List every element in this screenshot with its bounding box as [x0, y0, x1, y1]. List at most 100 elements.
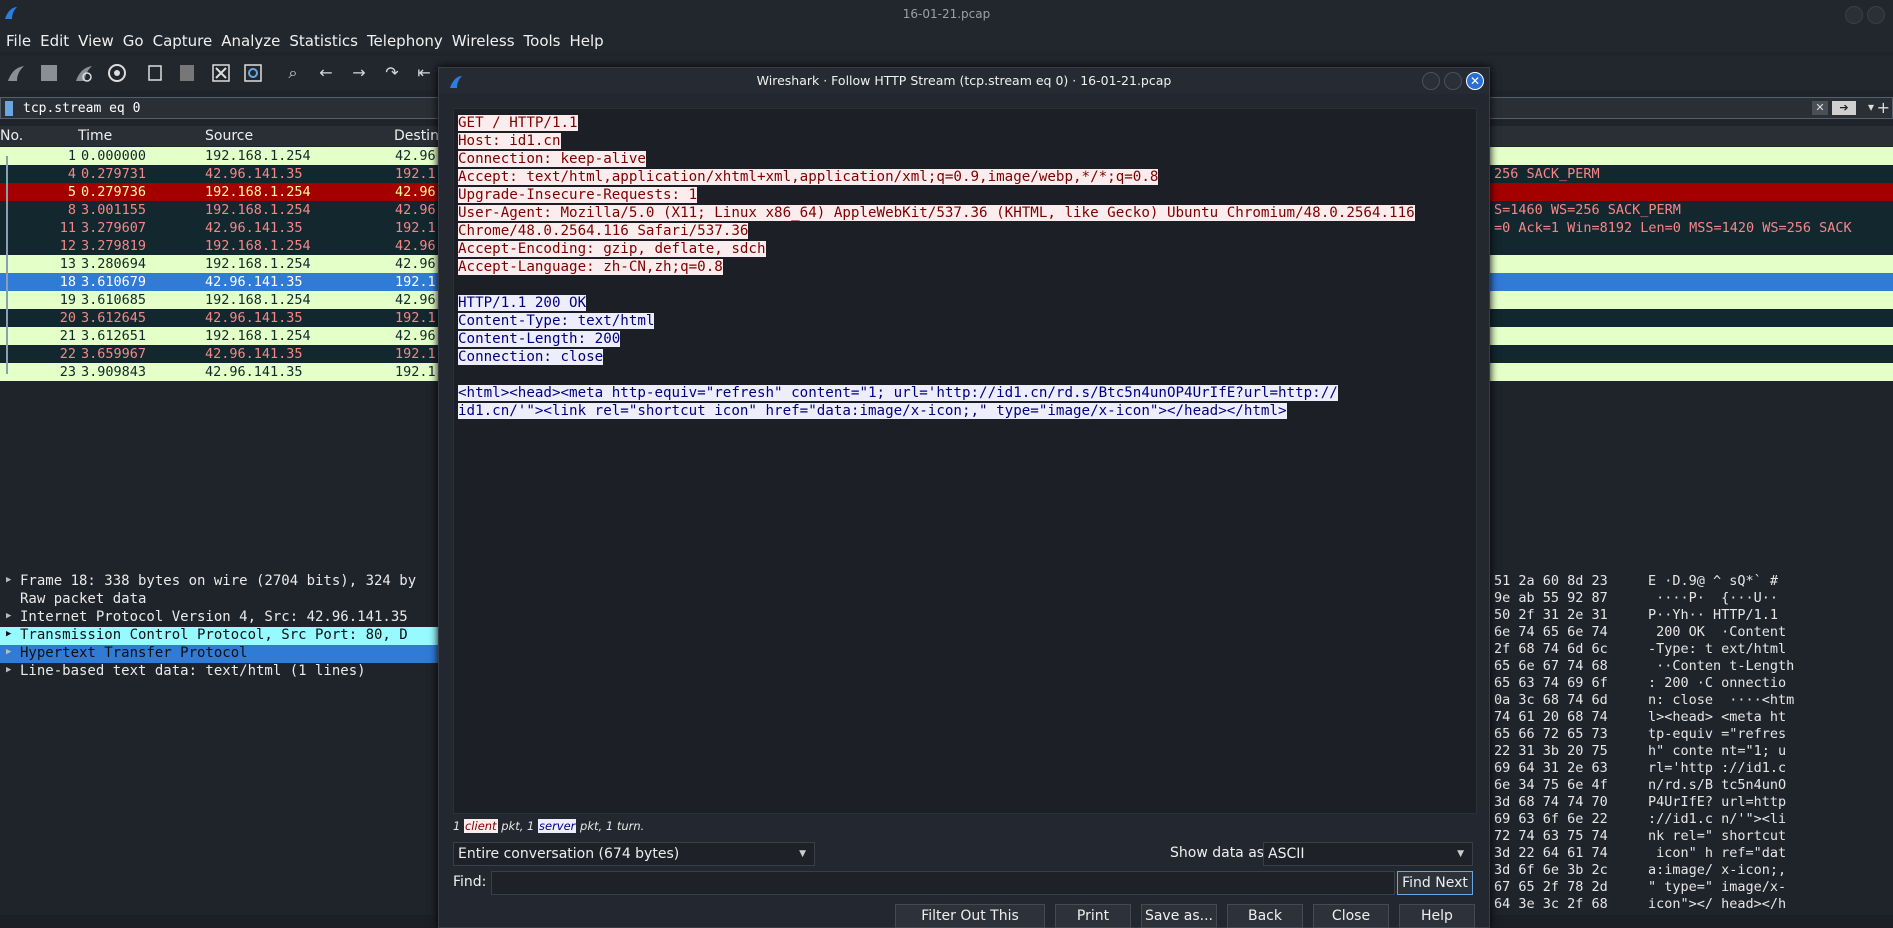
expand-arrow-icon[interactable]: ▶ — [6, 611, 11, 621]
packet-time: 0.279731 — [81, 166, 147, 182]
bookmark-icon[interactable] — [5, 101, 13, 116]
menu-view[interactable]: View — [74, 30, 118, 50]
display-filter-input[interactable]: tcp.stream eq 0 — [23, 101, 140, 116]
menu-tools[interactable]: Tools — [520, 30, 565, 50]
menu-telephony[interactable]: Telephony — [363, 30, 447, 50]
filter-history-dropdown-icon[interactable]: ▾ — [1868, 100, 1874, 114]
bytes-hex: 22 31 3b 20 75 — [1494, 743, 1608, 759]
capture-options-icon[interactable] — [106, 62, 128, 84]
bytes-ascii: ····P· {···U·· — [1648, 590, 1779, 606]
packet-destination: 192.1 — [395, 166, 436, 182]
menu-file[interactable]: File — [2, 30, 35, 50]
detail-row[interactable]: ▶ Internet Protocol Version 4, Src: 42.96… — [0, 609, 438, 627]
conversation-select-value: Entire conversation (674 bytes) — [458, 846, 680, 862]
server-label: server — [538, 819, 577, 833]
server-line: Connection: close — [458, 348, 604, 366]
help-button[interactable]: Help — [1399, 904, 1475, 928]
stream-content-area[interactable]: GET / HTTP/1.1 Host: id1.cn Connection: ke… — [453, 108, 1477, 814]
save-file-icon[interactable] — [176, 62, 198, 84]
stop-capture-icon[interactable] — [38, 62, 60, 84]
expand-arrow-icon[interactable]: ▶ — [6, 665, 11, 675]
menu-edit[interactable]: Edit — [36, 30, 73, 50]
packet-source: 192.168.1.254 — [205, 292, 311, 308]
maximize-button[interactable] — [1867, 6, 1885, 24]
bytes-ascii: E ·D.9@ ^ sQ*` # — [1648, 573, 1779, 589]
bytes-row: 51 2a 60 8d 23 E ·D.9@ ^ sQ*` # — [1490, 573, 1893, 590]
bytes-row: 50 2f 31 2e 31 P··Yh·· HTTP/1.1 — [1490, 607, 1893, 624]
find-next-button[interactable]: Find Next — [1397, 871, 1473, 895]
menu-wireless[interactable]: Wireless — [448, 30, 519, 50]
detail-text: Internet Protocol Version 4, Src: 42.96.… — [20, 609, 408, 625]
clear-filter-icon[interactable]: ✕ — [1812, 101, 1828, 115]
detail-row[interactable]: ▶ Transmission Control Protocol, Src Port… — [0, 627, 438, 645]
bytes-hex: 51 2a 60 8d 23 — [1494, 573, 1608, 589]
expand-arrow-icon[interactable]: ▶ — [6, 575, 11, 585]
minimize-button[interactable] — [1845, 6, 1863, 24]
back-button[interactable]: Back — [1227, 904, 1303, 928]
packet-source: 192.168.1.254 — [205, 238, 311, 254]
add-filter-button-icon[interactable]: + — [1877, 98, 1890, 117]
apply-filter-icon[interactable]: ➔ — [1832, 101, 1856, 115]
menu-go[interactable]: Go — [119, 30, 148, 50]
bytes-ascii: -Type: t ext/html — [1648, 641, 1787, 657]
menu-capture[interactable]: Capture — [149, 30, 217, 50]
column-time[interactable]: Time — [78, 128, 112, 144]
column-source[interactable]: Source — [205, 128, 253, 144]
bytes-hex: 64 3e 3c 2f 68 — [1494, 896, 1608, 912]
packet-no: 22 — [59, 346, 76, 362]
open-file-icon[interactable] — [144, 62, 166, 84]
packet-time: 0.000000 — [81, 148, 147, 164]
packet-time: 3.612645 — [81, 310, 147, 326]
first-packet-icon[interactable]: ⇤ — [413, 62, 435, 84]
reload-file-icon[interactable] — [242, 62, 264, 84]
menu-analyze[interactable]: Analyze — [217, 30, 284, 50]
packet-details-pane: ▶ Frame 18: 338 bytes on wire (2704 bits)… — [0, 570, 438, 928]
bytes-row: 0a 3c 68 74 6d n: close ····<htm — [1490, 692, 1893, 709]
dialog-minimize-button[interactable] — [1422, 72, 1440, 90]
bytes-row: 6e 74 65 6e 74 200 OK ·Content — [1490, 624, 1893, 641]
show-data-as-select[interactable]: ASCII ▼ — [1263, 842, 1473, 866]
save-as-button[interactable]: Save as... — [1141, 904, 1217, 928]
expand-arrow-icon[interactable]: ▶ — [6, 629, 11, 639]
close-button[interactable]: Close — [1313, 904, 1389, 928]
packet-time: 3.909843 — [81, 364, 147, 380]
bytes-row: 6e 34 75 6e 4f n/rd.s/B tc5n4unO — [1490, 777, 1893, 794]
chevron-down-icon: ▼ — [1457, 849, 1464, 859]
menu-help[interactable]: Help — [565, 30, 607, 50]
bytes-hex: 6e 74 65 6e 74 — [1494, 624, 1608, 640]
menu-statistics[interactable]: Statistics — [285, 30, 362, 50]
detail-row[interactable]: ▶ Frame 18: 338 bytes on wire (2704 bits)… — [0, 573, 438, 591]
bytes-ascii: rl='http ://id1.c — [1648, 760, 1787, 776]
packet-no: 21 — [59, 328, 76, 344]
print-button[interactable]: Print — [1055, 904, 1131, 928]
stream-text: GET / HTTP/1.1 — [458, 115, 578, 131]
dialog-maximize-button[interactable] — [1444, 72, 1462, 90]
close-file-icon[interactable] — [210, 62, 232, 84]
window-title: 16-01-21.pcap — [902, 7, 991, 21]
restart-capture-icon[interactable] — [72, 62, 94, 84]
go-forward-icon[interactable]: → — [348, 62, 370, 84]
bytes-row: 3d 6f 6e 3b 2c a:image/ x-icon;, — [1490, 862, 1893, 879]
expand-arrow-icon[interactable]: ▶ — [6, 647, 11, 657]
find-packet-icon[interactable]: ⌕ — [282, 62, 304, 84]
conversation-select[interactable]: Entire conversation (674 bytes) ▼ — [453, 842, 815, 866]
go-back-icon[interactable]: ← — [315, 62, 337, 84]
start-capture-icon[interactable] — [4, 62, 26, 84]
stream-text: HTTP/1.1 200 OK — [458, 295, 587, 311]
bytes-row: 65 63 74 69 6f: 200 ·C onnectio — [1490, 675, 1893, 692]
bytes-hex: 65 63 74 69 6f — [1494, 675, 1608, 691]
go-to-packet-icon[interactable]: ↷ — [381, 62, 403, 84]
detail-row[interactable]: ▶ Line-based text data: text/html (1 line… — [0, 663, 438, 681]
column-no[interactable]: No. — [0, 128, 23, 144]
detail-row[interactable]: Raw packet data — [0, 591, 438, 609]
bytes-hex: 67 65 2f 78 2d — [1494, 879, 1608, 895]
column-destination[interactable]: Destin — [394, 128, 439, 144]
filter-out-stream-button[interactable]: Filter Out This Stream — [895, 904, 1045, 928]
dialog-close-icon[interactable]: ✕ — [1466, 72, 1484, 90]
find-input[interactable] — [491, 871, 1395, 895]
stream-text: Accept-Encoding: gzip, deflate, sdch — [458, 241, 766, 257]
server-line: Content-Type: text/html — [458, 312, 655, 330]
packet-source: 42.96.141.35 — [205, 310, 303, 326]
detail-row[interactable]: ▶ Hypertext Transfer Protocol — [0, 645, 438, 663]
packet-time: 0.279736 — [81, 184, 147, 200]
